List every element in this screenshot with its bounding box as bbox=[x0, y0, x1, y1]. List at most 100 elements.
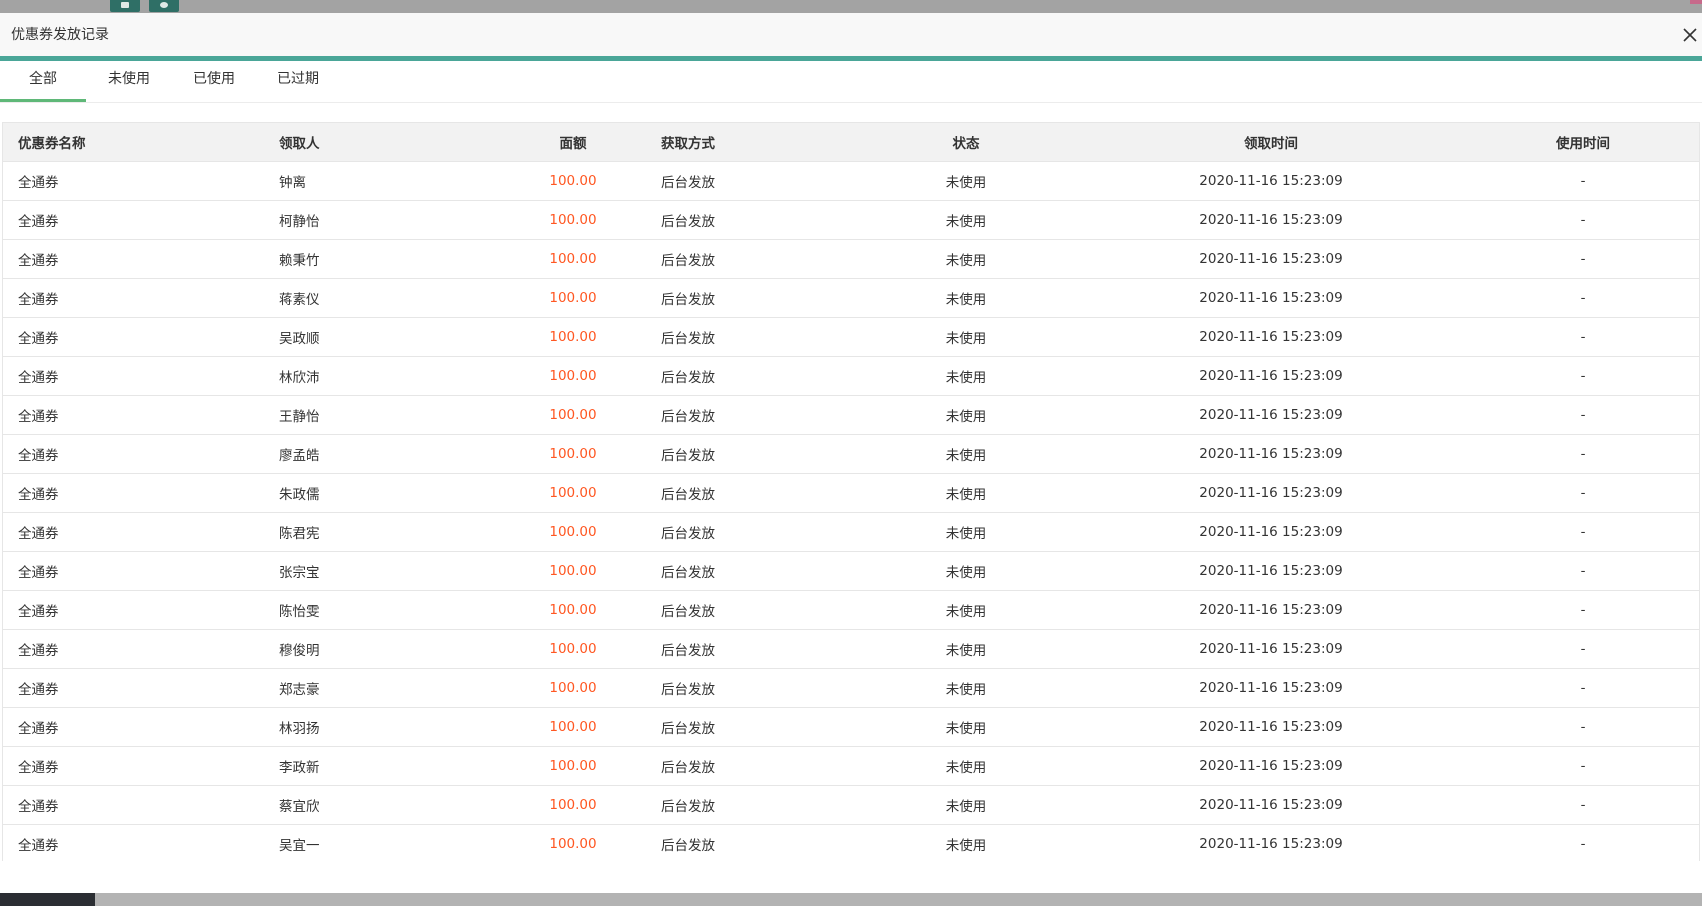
cell-used-time: - bbox=[1467, 434, 1699, 474]
cell-status: 未使用 bbox=[857, 395, 1075, 435]
cell-amount: 100.00 bbox=[489, 395, 657, 435]
cell-used-time: - bbox=[1467, 395, 1699, 435]
cell-coupon-name: 全通券 bbox=[3, 473, 273, 513]
cell-coupon-name: 全通券 bbox=[3, 200, 273, 240]
settings-icon bbox=[160, 2, 168, 8]
cell-recipient: 钟离 bbox=[273, 161, 489, 201]
cell-method: 后台发放 bbox=[657, 434, 857, 474]
tab-expired[interactable]: 已过期 bbox=[256, 61, 340, 102]
background-footer-block bbox=[0, 893, 95, 906]
cell-status: 未使用 bbox=[857, 239, 1075, 279]
cell-amount: 100.00 bbox=[489, 590, 657, 630]
cell-status: 未使用 bbox=[857, 161, 1075, 201]
cell-amount: 100.00 bbox=[489, 434, 657, 474]
cell-status: 未使用 bbox=[857, 512, 1075, 552]
cell-received-time: 2020-11-16 15:23:09 bbox=[1075, 200, 1467, 240]
cell-used-time: - bbox=[1467, 707, 1699, 747]
document-icon bbox=[121, 2, 129, 8]
cell-amount: 100.00 bbox=[489, 668, 657, 708]
modal-header: 优惠券发放记录 bbox=[0, 13, 1702, 56]
cell-recipient: 吴宜一 bbox=[273, 824, 489, 861]
cell-used-time: - bbox=[1467, 356, 1699, 396]
cell-recipient: 林欣沛 bbox=[273, 356, 489, 396]
cell-received-time: 2020-11-16 15:23:09 bbox=[1075, 512, 1467, 552]
table-row[interactable]: 全通券 吴宜一 100.00 后台发放 未使用 2020-11-16 15:23:09- bbox=[3, 824, 1699, 861]
cell-received-time: 2020-11-16 15:23:09 bbox=[1075, 434, 1467, 474]
column-header-name: 优惠券名称 bbox=[3, 123, 273, 162]
cell-coupon-name: 全通券 bbox=[3, 317, 273, 357]
cell-method: 后台发放 bbox=[657, 317, 857, 357]
cell-received-time: 2020-11-16 15:23:09 bbox=[1075, 161, 1467, 201]
table-row[interactable]: 全通券 王静怡 100.00 后台发放 未使用 2020-11-16 15:23:09- bbox=[3, 395, 1699, 435]
cell-received-time: 2020-11-16 15:23:09 bbox=[1075, 317, 1467, 357]
cell-status: 未使用 bbox=[857, 590, 1075, 630]
tab-used[interactable]: 已使用 bbox=[172, 61, 256, 102]
table-row[interactable]: 全通券 蒋素仪 100.00 后台发放 未使用 2020-11-16 15:23:09- bbox=[3, 278, 1699, 318]
cell-received-time: 2020-11-16 15:23:09 bbox=[1075, 785, 1467, 825]
cell-coupon-name: 全通券 bbox=[3, 824, 273, 861]
column-header-status: 状态 bbox=[857, 123, 1075, 162]
table-row[interactable]: 全通券 赖秉竹 100.00 后台发放 未使用 2020-11-16 15:23:09- bbox=[3, 239, 1699, 279]
close-button[interactable] bbox=[1678, 23, 1702, 47]
table-row[interactable]: 全通券 穆俊明 100.00 后台发放 未使用 2020-11-16 15:23:09- bbox=[3, 629, 1699, 669]
cell-status: 未使用 bbox=[857, 434, 1075, 474]
table-row[interactable]: 全通券 钟离 100.00 后台发放 未使用 2020-11-16 15:23:09- bbox=[3, 161, 1699, 201]
cell-amount: 100.00 bbox=[489, 629, 657, 669]
cell-method: 后台发放 bbox=[657, 200, 857, 240]
table-row[interactable]: 全通券 廖孟皓 100.00 后台发放 未使用 2020-11-16 15:23:09- bbox=[3, 434, 1699, 474]
cell-used-time: - bbox=[1467, 317, 1699, 357]
cell-received-time: 2020-11-16 15:23:09 bbox=[1075, 473, 1467, 513]
cell-coupon-name: 全通券 bbox=[3, 434, 273, 474]
cell-amount: 100.00 bbox=[489, 746, 657, 786]
cell-used-time: - bbox=[1467, 746, 1699, 786]
table-row[interactable]: 全通券 林羽扬 100.00 后台发放 未使用 2020-11-16 15:23:09- bbox=[3, 707, 1699, 747]
cell-amount: 100.00 bbox=[489, 707, 657, 747]
tab-bar: 全部 未使用 已使用 已过期 bbox=[0, 61, 1702, 103]
cell-received-time: 2020-11-16 15:23:09 bbox=[1075, 278, 1467, 318]
cell-amount: 100.00 bbox=[489, 512, 657, 552]
table-row[interactable]: 全通券 朱政儒 100.00 后台发放 未使用 2020-11-16 15:23:09- bbox=[3, 473, 1699, 513]
background-marker bbox=[1690, 0, 1702, 4]
table-row[interactable]: 全通券 陈君宪 100.00 后台发放 未使用 2020-11-16 15:23:09- bbox=[3, 512, 1699, 552]
column-header-time: 领取时间 bbox=[1075, 123, 1467, 162]
cell-received-time: 2020-11-16 15:23:09 bbox=[1075, 590, 1467, 630]
background-page-footer bbox=[0, 893, 1702, 906]
tab-unused[interactable]: 未使用 bbox=[86, 61, 172, 102]
cell-amount: 100.00 bbox=[489, 785, 657, 825]
table-row[interactable]: 全通券 蔡宜欣 100.00 后台发放 未使用 2020-11-16 15:23:09- bbox=[3, 785, 1699, 825]
cell-status: 未使用 bbox=[857, 551, 1075, 591]
table-row[interactable]: 全通券 柯静怡 100.00 后台发放 未使用 2020-11-16 15:23:09- bbox=[3, 200, 1699, 240]
table-body: 全通券 钟离 100.00 后台发放 未使用 2020-11-16 15:23:09- 全通… bbox=[3, 161, 1699, 861]
cell-used-time: - bbox=[1467, 785, 1699, 825]
table-row[interactable]: 全通券 吴政顺 100.00 后台发放 未使用 2020-11-16 15:23:09- bbox=[3, 317, 1699, 357]
records-table: 优惠券名称 领取人 面额 获取方式 状态 领取时间 使用时间 全通券 钟离 100.… bbox=[3, 123, 1699, 861]
table-row[interactable]: 全通券 林欣沛 100.00 后台发放 未使用 2020-11-16 15:23:09- bbox=[3, 356, 1699, 396]
column-header-amount: 面额 bbox=[489, 123, 657, 162]
cell-recipient: 柯静怡 bbox=[273, 200, 489, 240]
cell-recipient: 吴政顺 bbox=[273, 317, 489, 357]
records-table-container[interactable]: 优惠券名称 领取人 面额 获取方式 状态 领取时间 使用时间 全通券 钟离 100.… bbox=[2, 122, 1700, 861]
cell-recipient: 蒋素仪 bbox=[273, 278, 489, 318]
cell-recipient: 穆俊明 bbox=[273, 629, 489, 669]
cell-coupon-name: 全通券 bbox=[3, 512, 273, 552]
cell-recipient: 陈君宪 bbox=[273, 512, 489, 552]
cell-recipient: 郑志豪 bbox=[273, 668, 489, 708]
tab-all[interactable]: 全部 bbox=[0, 61, 86, 102]
cell-method: 后台发放 bbox=[657, 824, 857, 861]
cell-status: 未使用 bbox=[857, 317, 1075, 357]
table-row[interactable]: 全通券 李政新 100.00 后台发放 未使用 2020-11-16 15:23:09- bbox=[3, 746, 1699, 786]
cell-method: 后台发放 bbox=[657, 473, 857, 513]
table-row[interactable]: 全通券 陈怡雯 100.00 后台发放 未使用 2020-11-16 15:23:09- bbox=[3, 590, 1699, 630]
cell-received-time: 2020-11-16 15:23:09 bbox=[1075, 746, 1467, 786]
table-header-row: 优惠券名称 领取人 面额 获取方式 状态 领取时间 使用时间 bbox=[3, 123, 1699, 162]
cell-amount: 100.00 bbox=[489, 200, 657, 240]
cell-received-time: 2020-11-16 15:23:09 bbox=[1075, 551, 1467, 591]
cell-received-time: 2020-11-16 15:23:09 bbox=[1075, 668, 1467, 708]
table-row[interactable]: 全通券 郑志豪 100.00 后台发放 未使用 2020-11-16 15:23:09- bbox=[3, 668, 1699, 708]
cell-received-time: 2020-11-16 15:23:09 bbox=[1075, 239, 1467, 279]
background-toolbar-button bbox=[110, 0, 140, 12]
table-row[interactable]: 全通券 张宗宝 100.00 后台发放 未使用 2020-11-16 15:23:09- bbox=[3, 551, 1699, 591]
cell-coupon-name: 全通券 bbox=[3, 551, 273, 591]
cell-received-time: 2020-11-16 15:23:09 bbox=[1075, 629, 1467, 669]
cell-coupon-name: 全通券 bbox=[3, 590, 273, 630]
